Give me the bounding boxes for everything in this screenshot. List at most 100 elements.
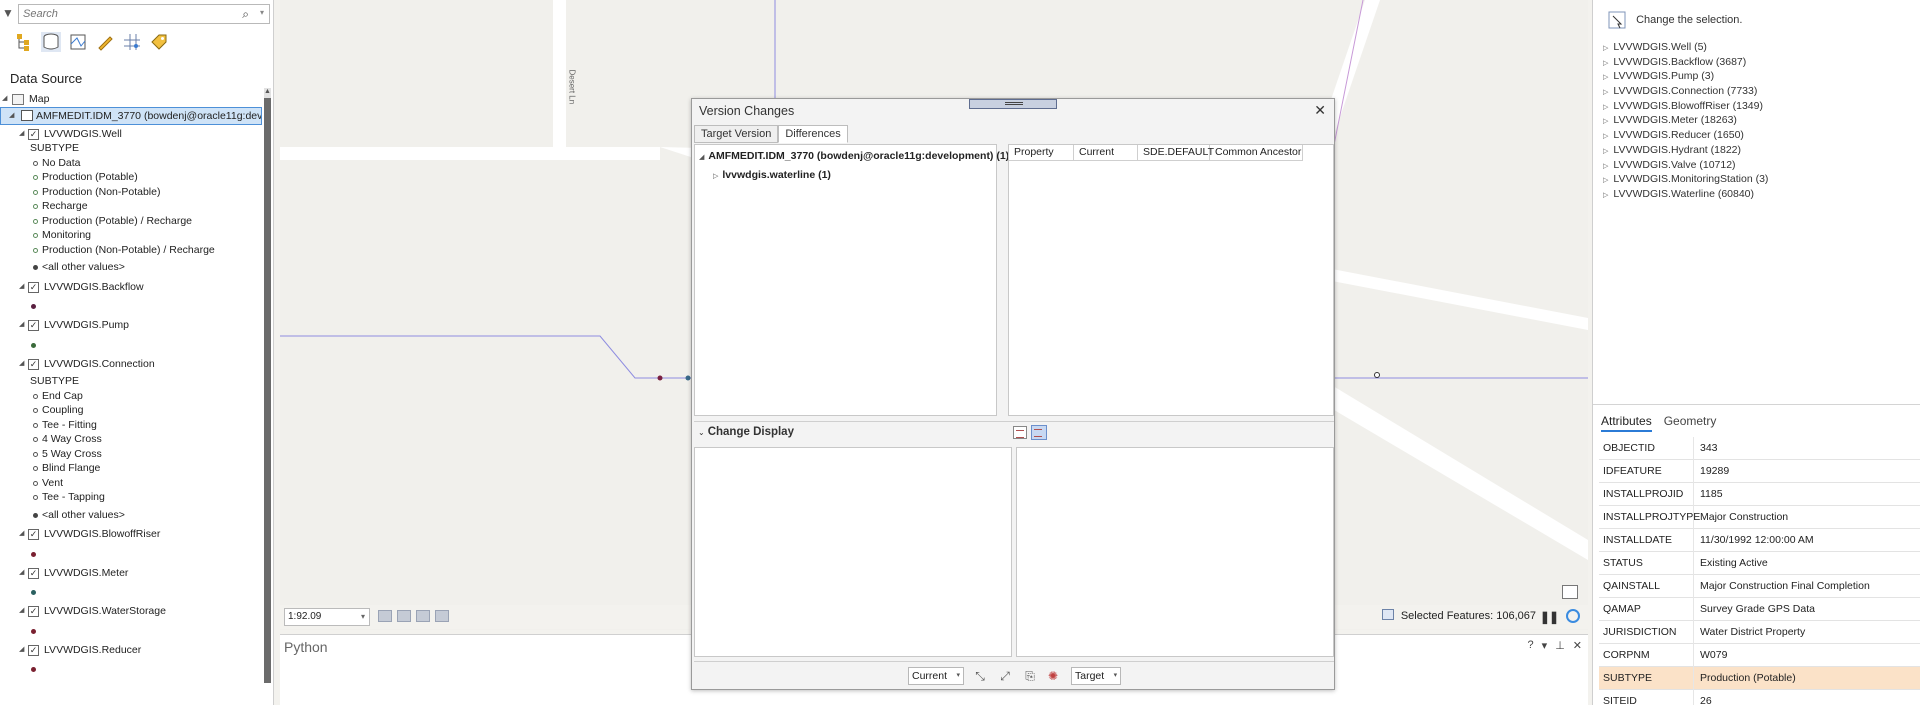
expand-arrow-icon[interactable]: ▷	[1603, 60, 1608, 67]
pin-icon[interactable]: ⊥	[1555, 639, 1565, 652]
expand-arrow-icon[interactable]: ▷	[1603, 163, 1608, 170]
dialog-drag-handle[interactable]	[969, 99, 1057, 109]
expand-arrow-icon[interactable]: ▷	[1603, 133, 1608, 140]
attribute-row[interactable]: CORPNM W079	[1599, 644, 1920, 667]
collapse-arrow-icon[interactable]: ◢	[9, 108, 14, 124]
tree-root-version[interactable]: ◢ AMFMEDIT.IDM_3770 (bowdenj@oracle11g:de…	[699, 150, 1009, 162]
visibility-checkbox[interactable]: ✓	[28, 567, 39, 579]
selection-layer-item[interactable]: ▷ LVVWDGIS.Connection (7733)	[1603, 84, 1768, 99]
attribute-row[interactable]: QAINSTALL Major Construction Final Comple…	[1599, 575, 1920, 598]
expand-arrow-icon[interactable]: ▷	[1603, 104, 1608, 111]
list-by-snapping-icon[interactable]	[122, 32, 142, 52]
collapse-arrow-icon[interactable]: ◢	[19, 604, 24, 619]
attribute-row[interactable]: INSTALLPROJID 1185	[1599, 483, 1920, 506]
highlight-icon[interactable]: ✺	[1045, 668, 1061, 684]
attribute-value[interactable]: 26	[1693, 690, 1712, 705]
filter-icon[interactable]: ▼	[2, 6, 14, 20]
selection-layer-item[interactable]: ▷ LVVWDGIS.Well (5)	[1603, 40, 1768, 55]
collapse-arrow-icon[interactable]: ◢	[19, 280, 24, 295]
options-icon[interactable]: ▾	[1542, 639, 1548, 652]
collapse-arrow-icon[interactable]: ◢	[2, 92, 7, 107]
fixed-scale-icon[interactable]	[378, 610, 392, 622]
tree-item-version[interactable]: ◢ AMFMEDIT.IDM_3770 (bowdenj@oracle11g:d…	[0, 106, 262, 125]
attribute-value[interactable]: 1185	[1693, 483, 1723, 506]
layer-item-connection[interactable]: ◢ ✓ LVVWDGIS.Connection	[0, 357, 262, 372]
selection-layer-item[interactable]: ▷ LVVWDGIS.Backflow (3687)	[1603, 55, 1768, 70]
search-options-icon[interactable]: ▾	[260, 8, 264, 17]
zoom-to-icon[interactable]: ⤡	[972, 668, 988, 684]
attribute-value[interactable]: 19289	[1693, 460, 1729, 483]
visibility-checkbox[interactable]: ✓	[28, 606, 39, 617]
attribute-value[interactable]: Existing Active	[1693, 552, 1768, 575]
attribute-value[interactable]: Major Construction	[1693, 506, 1788, 529]
search-input[interactable]	[19, 5, 229, 23]
attribute-value[interactable]: Major Construction Final Completion	[1693, 575, 1870, 598]
feature-point[interactable]	[657, 375, 663, 381]
scrollbar-thumb[interactable]	[264, 98, 271, 683]
close-icon[interactable]: ✕	[1573, 639, 1582, 652]
selection-layer-item[interactable]: ▷ LVVWDGIS.Meter (18263)	[1603, 113, 1768, 128]
feature-point[interactable]	[1374, 372, 1380, 378]
attribute-value[interactable]: W079	[1693, 644, 1727, 667]
pan-to-icon[interactable]: ⤢	[997, 668, 1013, 684]
visibility-checkbox[interactable]: ✓	[28, 644, 39, 656]
attribute-value[interactable]: 343	[1693, 437, 1718, 460]
target-dropdown[interactable]: Target ▾	[1071, 667, 1122, 685]
layer-item-well[interactable]: ◢ ✓ LVVWDGIS.Well	[0, 127, 262, 142]
search-box[interactable]: ⌕ ▾	[18, 4, 270, 24]
contents-scrollbar[interactable]: ▲	[264, 88, 271, 683]
layer-item-waterstorage[interactable]: ◢ ✓ LVVWDGIS.WaterStorage	[0, 604, 262, 619]
collapse-arrow-icon[interactable]: ◢	[19, 127, 24, 142]
flash-icon[interactable]: ⎘	[1022, 668, 1038, 684]
pause-drawing-icon[interactable]: ❚❚	[1540, 610, 1559, 624]
visibility-checkbox[interactable]: ✓	[28, 128, 39, 140]
list-by-labeling-icon[interactable]	[149, 32, 169, 52]
expand-arrow-icon[interactable]: ▷	[1603, 74, 1608, 81]
selection-layer-item[interactable]: ▷ LVVWDGIS.Hydrant (1822)	[1603, 143, 1768, 158]
close-icon[interactable]: ✕	[1314, 102, 1326, 119]
expand-arrow-icon[interactable]: ▷	[1603, 148, 1608, 155]
selection-layer-item[interactable]: ▷ LVVWDGIS.BlowoffRiser (1349)	[1603, 99, 1768, 114]
attribute-row[interactable]: QAMAP Survey Grade GPS Data	[1599, 598, 1920, 621]
column-header-current[interactable]: Current	[1074, 145, 1138, 160]
layer-item-reducer[interactable]: ◢ ✓ LVVWDGIS.Reducer	[0, 643, 262, 658]
list-by-selection-icon[interactable]	[68, 32, 88, 52]
change-display-right[interactable]	[1016, 447, 1334, 657]
attribute-row-highlighted[interactable]: SUBTYPE Production (Potable)	[1599, 667, 1920, 690]
side-by-side-view-icon[interactable]	[1031, 425, 1047, 440]
layer-item-blowoffriser[interactable]: ◢ ✓ LVVWDGIS.BlowoffRiser	[0, 527, 262, 542]
collapse-arrow-icon[interactable]: ◢	[19, 318, 24, 333]
change-display-toggle[interactable]: ⌄ Change Display	[698, 426, 794, 438]
expand-arrow-icon[interactable]: ▷	[1603, 177, 1608, 184]
selection-layer-item[interactable]: ▷ LVVWDGIS.Pump (3)	[1603, 69, 1768, 84]
change-display-left[interactable]	[694, 447, 1012, 657]
expand-arrow-icon[interactable]: ▷	[1603, 45, 1608, 52]
visibility-checkbox[interactable]: ✓	[28, 320, 39, 331]
attribute-row[interactable]: IDFEATURE 19289	[1599, 460, 1920, 483]
column-header-property[interactable]: Property	[1009, 145, 1074, 160]
change-selection[interactable]: Change the selection.	[1607, 10, 1742, 30]
visibility-checkbox[interactable]: ✓	[28, 281, 39, 293]
attribute-value[interactable]: Production (Potable)	[1693, 667, 1796, 690]
column-header-sde-default[interactable]: SDE.DEFAULT	[1138, 145, 1214, 160]
tab-geometry[interactable]: Geometry	[1664, 414, 1717, 432]
selection-layer-item[interactable]: ▷ LVVWDGIS.MonitoringStation (3)	[1603, 172, 1768, 187]
expand-arrow-icon[interactable]: ▷	[1603, 192, 1608, 199]
layer-item-meter[interactable]: ◢ ✓ LVVWDGIS.Meter	[0, 566, 262, 581]
attribute-value[interactable]: Water District Property	[1693, 621, 1805, 644]
help-icon[interactable]: ?	[1528, 639, 1534, 652]
grid-icon[interactable]	[397, 610, 411, 622]
table-icon[interactable]	[416, 610, 430, 622]
attribute-value[interactable]: Survey Grade GPS Data	[1693, 598, 1815, 621]
collapse-arrow-icon[interactable]: ◢	[19, 357, 24, 372]
expand-arrow-icon[interactable]: ▷	[1603, 89, 1608, 96]
scale-selector[interactable]: 1:92.09 ▾	[284, 608, 370, 626]
tree-item-waterline[interactable]: ▷ lvvwdgis.waterline (1)	[713, 169, 831, 181]
attribute-row[interactable]: JURISDICTION Water District Property	[1599, 621, 1920, 644]
tab-target-version[interactable]: Target Version	[694, 125, 779, 143]
layer-item-pump[interactable]: ◢ ✓ LVVWDGIS.Pump	[0, 318, 262, 333]
collapse-arrow-icon[interactable]: ◢	[19, 527, 24, 542]
current-dropdown[interactable]: Current ▾	[908, 667, 965, 685]
refresh-icon[interactable]	[1566, 609, 1580, 623]
search-icon[interactable]: ⌕	[242, 7, 249, 22]
